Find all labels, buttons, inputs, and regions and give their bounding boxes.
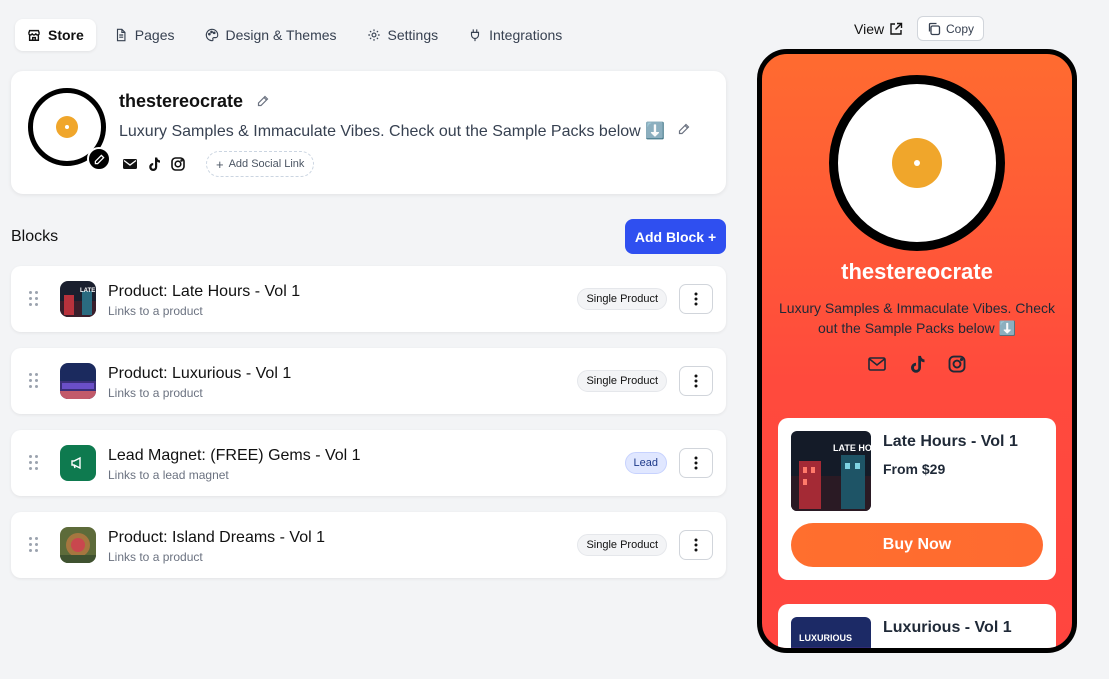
preview-product-card[interactable]: LATE HOURS Late Hours - Vol 1 From $29 B… bbox=[778, 418, 1056, 580]
view-store-link[interactable]: View bbox=[854, 19, 903, 39]
kebab-icon bbox=[694, 456, 698, 470]
tab-design-themes[interactable]: Design & Themes bbox=[193, 19, 349, 51]
block-subtitle: Links to a product bbox=[108, 304, 203, 318]
preview-product-title: Late Hours - Vol 1 bbox=[883, 433, 1018, 450]
copy-label: Copy bbox=[946, 21, 975, 36]
cover-text: LATE HOURS bbox=[833, 443, 871, 453]
view-label: View bbox=[854, 21, 885, 37]
pencil-icon bbox=[678, 123, 690, 135]
preview-product-title: Luxurious - Vol 1 bbox=[883, 619, 1012, 636]
external-link-icon bbox=[890, 22, 903, 35]
tab-store[interactable]: Store bbox=[15, 19, 96, 51]
profile-card: thestereocrate Luxury Samples & Immacula… bbox=[11, 71, 726, 194]
add-social-link-button[interactable]: + Add Social Link bbox=[206, 151, 315, 177]
block-subtitle: Links to a product bbox=[108, 550, 203, 564]
drag-handle-icon[interactable] bbox=[29, 291, 39, 307]
block-title: Product: Luxurious - Vol 1 bbox=[108, 365, 292, 382]
mail-icon[interactable] bbox=[867, 354, 887, 374]
add-social-label: Add Social Link bbox=[228, 158, 305, 170]
product-thumbnail bbox=[60, 527, 96, 563]
preview-social-links bbox=[762, 354, 1072, 374]
blocks-heading: Blocks bbox=[11, 228, 59, 245]
svg-text:LATE: LATE bbox=[80, 288, 95, 294]
preview-avatar bbox=[829, 75, 1005, 251]
drag-handle-icon[interactable] bbox=[29, 373, 39, 389]
cover-text: LUXURIOUS bbox=[799, 633, 852, 643]
lead-magnet-thumbnail bbox=[60, 445, 96, 481]
more-options-button[interactable] bbox=[679, 284, 713, 314]
pencil-icon bbox=[94, 153, 105, 164]
record-label-dot bbox=[892, 138, 942, 188]
tab-settings[interactable]: Settings bbox=[355, 19, 451, 51]
plus-icon: + bbox=[216, 156, 224, 172]
preview-name: thestereocrate bbox=[841, 259, 993, 284]
preview-product-card[interactable]: LUXURIOUS Luxurious - Vol 1 bbox=[778, 604, 1056, 648]
kebab-icon bbox=[694, 374, 698, 388]
buy-now-button[interactable]: Buy Now bbox=[791, 523, 1043, 567]
tab-integrations[interactable]: Integrations bbox=[456, 19, 574, 51]
product-thumbnail: LATE bbox=[60, 281, 96, 317]
edit-name-button[interactable] bbox=[257, 94, 269, 112]
block-row[interactable]: Product: Luxurious - Vol 1 Links to a pr… bbox=[11, 348, 726, 414]
top-nav: Store Pages Design & Themes Settings Int… bbox=[15, 19, 580, 51]
drag-handle-icon[interactable] bbox=[29, 455, 39, 471]
copy-link-button[interactable]: Copy bbox=[917, 16, 985, 41]
tab-store-label: Store bbox=[48, 27, 84, 43]
kebab-icon bbox=[694, 292, 698, 306]
block-title: Lead Magnet: (FREE) Gems - Vol 1 bbox=[108, 447, 361, 464]
tab-settings-label: Settings bbox=[387, 27, 439, 43]
mail-icon[interactable] bbox=[122, 156, 138, 172]
profile-name: thestereocrate bbox=[119, 91, 244, 111]
tab-pages-label: Pages bbox=[134, 27, 175, 43]
megaphone-icon bbox=[71, 456, 81, 470]
social-links: + Add Social Link bbox=[122, 151, 315, 177]
page-icon bbox=[116, 28, 126, 42]
block-subtitle: Links to a lead magnet bbox=[108, 468, 229, 482]
kebab-icon bbox=[694, 538, 698, 552]
tiktok-icon[interactable] bbox=[907, 354, 927, 374]
block-title: Product: Island Dreams - Vol 1 bbox=[108, 529, 325, 546]
more-options-button[interactable] bbox=[679, 366, 713, 396]
edit-bio-button[interactable] bbox=[678, 122, 690, 140]
preview-bio: Luxury Samples & Immaculate Vibes. Check… bbox=[779, 300, 1055, 336]
block-type-badge: Single Product bbox=[577, 288, 667, 310]
block-row[interactable]: Lead Magnet: (FREE) Gems - Vol 1 Links t… bbox=[11, 430, 726, 496]
add-block-button[interactable]: Add Block + bbox=[625, 219, 726, 254]
block-title: Product: Late Hours - Vol 1 bbox=[108, 283, 301, 300]
preview-product-price: From $29 bbox=[883, 461, 946, 477]
block-type-badge: Lead bbox=[624, 452, 667, 474]
profile-bio: Luxury Samples & Immaculate Vibes. Check… bbox=[119, 123, 666, 140]
phone-preview: thestereocrate Luxury Samples & Immacula… bbox=[757, 49, 1077, 653]
pencil-icon bbox=[257, 95, 269, 107]
gear-icon bbox=[367, 29, 380, 41]
plug-icon bbox=[471, 29, 480, 42]
block-type-badge: Single Product bbox=[577, 370, 667, 392]
instagram-icon[interactable] bbox=[947, 354, 967, 374]
more-options-button[interactable] bbox=[679, 448, 713, 478]
record-label-dot bbox=[56, 116, 78, 138]
product-thumbnail bbox=[60, 363, 96, 399]
copy-icon bbox=[928, 22, 941, 35]
block-row[interactable]: Product: Island Dreams - Vol 1 Links to … bbox=[11, 512, 726, 578]
product-cover: LUXURIOUS bbox=[791, 617, 871, 648]
tab-integrations-label: Integrations bbox=[489, 27, 563, 43]
block-subtitle: Links to a product bbox=[108, 386, 203, 400]
palette-icon bbox=[205, 28, 218, 42]
more-options-button[interactable] bbox=[679, 530, 713, 560]
avatar-edit-button[interactable] bbox=[87, 147, 111, 171]
block-row[interactable]: LATE Product: Late Hours - Vol 1 Links t… bbox=[11, 266, 726, 332]
product-cover: LATE HOURS bbox=[791, 431, 871, 511]
drag-handle-icon[interactable] bbox=[29, 537, 39, 553]
store-icon bbox=[28, 29, 40, 41]
tab-pages[interactable]: Pages bbox=[102, 19, 187, 51]
tiktok-icon[interactable] bbox=[146, 156, 162, 172]
tab-design-label: Design & Themes bbox=[225, 27, 337, 43]
instagram-icon[interactable] bbox=[170, 156, 186, 172]
block-type-badge: Single Product bbox=[577, 534, 667, 556]
